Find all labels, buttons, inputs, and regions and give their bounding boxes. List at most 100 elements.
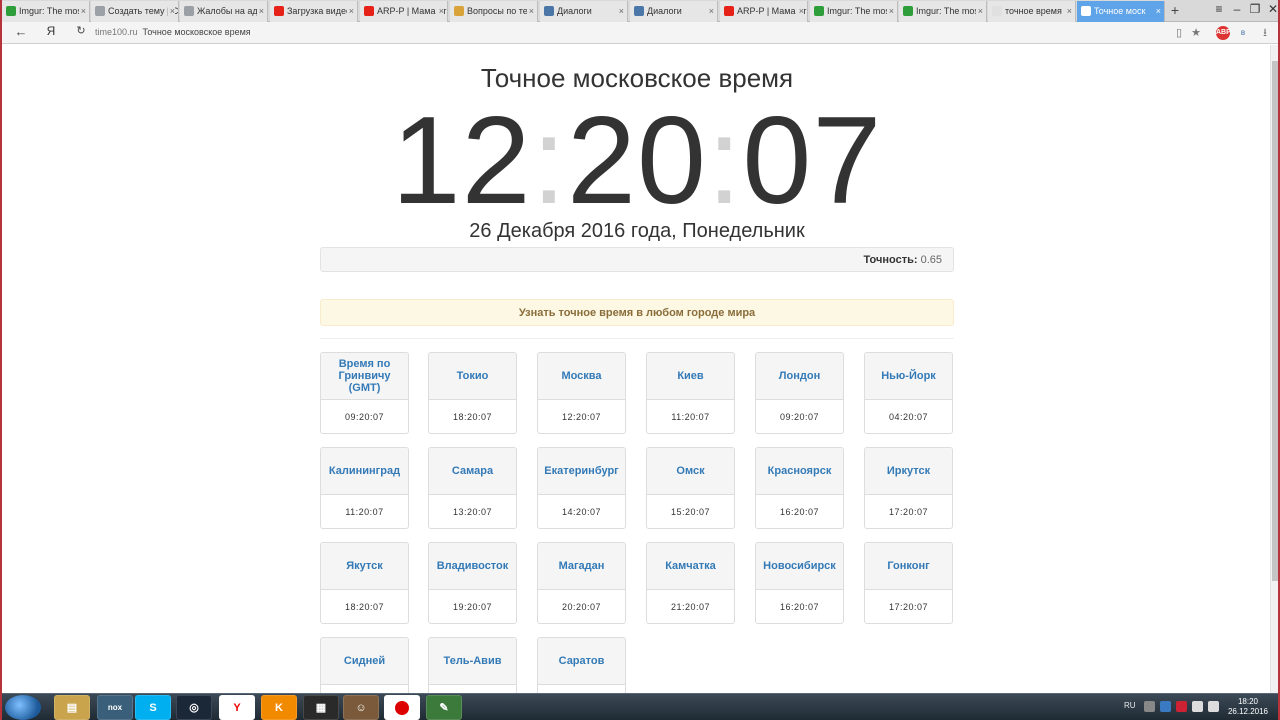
city-card[interactable]: Омск 15:20:07 bbox=[646, 447, 735, 529]
city-card[interactable]: Тель-Авив bbox=[428, 637, 517, 693]
city-name-link[interactable]: Нью-Йорк bbox=[865, 353, 952, 400]
city-name-link[interactable]: Омск bbox=[647, 448, 734, 495]
browser-tab[interactable]: ARP-P | Мама эт × bbox=[720, 1, 808, 22]
city-name-link[interactable]: Саратов bbox=[538, 638, 625, 685]
browser-tab[interactable]: точное время в × bbox=[988, 1, 1076, 22]
city-name-link[interactable]: Токио bbox=[429, 353, 516, 400]
city-name-link[interactable]: Москва bbox=[538, 353, 625, 400]
yandex-browser-icon[interactable]: Y bbox=[219, 695, 255, 720]
browser-tab[interactable]: Загрузка видео × bbox=[270, 1, 358, 22]
city-name-link[interactable]: Киев bbox=[647, 353, 734, 400]
city-name-link[interactable]: Гонконг bbox=[865, 543, 952, 590]
close-window-icon[interactable]: ✕ bbox=[1264, 2, 1278, 16]
browser-tab[interactable]: Жалобы на адм × bbox=[180, 1, 268, 22]
network-icon[interactable] bbox=[1192, 701, 1203, 712]
tab-close-icon[interactable]: × bbox=[706, 6, 714, 16]
city-name-link[interactable]: Новосибирск bbox=[756, 543, 843, 590]
city-card[interactable]: Калининград 11:20:07 bbox=[320, 447, 409, 529]
browser-tab[interactable]: Imgur: The most × bbox=[899, 1, 987, 22]
city-name-link[interactable]: Время по Гринвичу (GMT) bbox=[321, 353, 408, 400]
city-name-link[interactable]: Калининград bbox=[321, 448, 408, 495]
tab-close-icon[interactable]: × bbox=[256, 6, 264, 16]
city-card[interactable]: Магадан 20:20:07 bbox=[537, 542, 626, 624]
menu-icon[interactable]: ≡ bbox=[1210, 2, 1228, 16]
reload-icon[interactable]: ↻ bbox=[72, 24, 90, 37]
tab-close-icon[interactable]: × bbox=[975, 6, 983, 16]
browser-tab[interactable]: Imgur: The most × bbox=[2, 1, 90, 22]
tray-app-icon[interactable] bbox=[1160, 701, 1171, 712]
tab-close-icon[interactable]: × bbox=[346, 6, 354, 16]
bookmark-star-icon[interactable]: ★ bbox=[1189, 26, 1203, 40]
steam-icon[interactable]: ◎ bbox=[176, 695, 212, 720]
minimize-icon[interactable]: – bbox=[1228, 2, 1246, 16]
reader-icon[interactable]: ▯ bbox=[1172, 26, 1186, 40]
tab-close-icon[interactable]: × bbox=[886, 6, 894, 16]
nox-icon[interactable]: nox bbox=[97, 695, 133, 720]
tab-close-icon[interactable]: × bbox=[78, 6, 86, 16]
city-card[interactable]: Иркутск 17:20:07 bbox=[864, 447, 953, 529]
skype-icon[interactable]: S bbox=[135, 695, 171, 720]
city-card[interactable]: Лондон 09:20:07 bbox=[755, 352, 844, 434]
url-field[interactable]: time100.ru Точное московское время bbox=[95, 27, 251, 37]
scrollbar-thumb[interactable] bbox=[1272, 61, 1278, 581]
city-name-link[interactable]: Магадан bbox=[538, 543, 625, 590]
k-app-icon[interactable]: K bbox=[261, 695, 297, 720]
city-card[interactable]: Саратов bbox=[537, 637, 626, 693]
tab-close-icon[interactable]: × bbox=[1064, 6, 1072, 16]
explorer-icon[interactable]: ▤ bbox=[54, 695, 90, 720]
city-name-link[interactable]: Сидней bbox=[321, 638, 408, 685]
scrollbar[interactable] bbox=[1270, 45, 1278, 693]
tab-close-icon[interactable]: × bbox=[796, 6, 804, 16]
yandex-home-icon[interactable]: Я bbox=[42, 24, 60, 38]
city-name-link[interactable]: Лондон bbox=[756, 353, 843, 400]
city-name-link[interactable]: Самара bbox=[429, 448, 516, 495]
browser-tab[interactable]: Вопросы по тем × bbox=[450, 1, 538, 22]
maximize-icon[interactable]: ❐ bbox=[1246, 2, 1264, 16]
city-name-link[interactable]: Красноярск bbox=[756, 448, 843, 495]
tab-close-icon[interactable]: × bbox=[167, 6, 175, 16]
city-name-link[interactable]: Якутск bbox=[321, 543, 408, 590]
city-card[interactable]: Нью-Йорк 04:20:07 bbox=[864, 352, 953, 434]
browser-tab[interactable]: ARP-P | Мама эт × bbox=[360, 1, 448, 22]
tab-close-icon[interactable]: × bbox=[526, 6, 534, 16]
game-icon[interactable]: ☺ bbox=[343, 695, 379, 720]
tray-security-icon[interactable] bbox=[1176, 701, 1187, 712]
city-name-link[interactable]: Владивосток bbox=[429, 543, 516, 590]
city-card[interactable]: Киев 11:20:07 bbox=[646, 352, 735, 434]
city-card[interactable]: Самара 13:20:07 bbox=[428, 447, 517, 529]
city-card[interactable]: Новосибирск 16:20:07 bbox=[755, 542, 844, 624]
city-name-link[interactable]: Тель-Авив bbox=[429, 638, 516, 685]
volume-icon[interactable] bbox=[1208, 701, 1219, 712]
video-editor-icon[interactable]: ▦ bbox=[303, 695, 339, 720]
browser-tab[interactable]: Диалоги × bbox=[630, 1, 718, 22]
browser-tab[interactable]: Диалоги × bbox=[540, 1, 628, 22]
back-arrow-icon[interactable]: ← bbox=[12, 24, 30, 39]
adblock-icon[interactable]: ABP bbox=[1216, 26, 1231, 40]
system-clock[interactable]: 18:20 26.12.2016 bbox=[1226, 697, 1270, 717]
vk-extension-icon[interactable]: в bbox=[1236, 26, 1250, 40]
city-name-link[interactable]: Екатеринбург bbox=[538, 448, 625, 495]
city-card[interactable]: Время по Гринвичу (GMT) 09:20:07 bbox=[320, 352, 409, 434]
new-tab-button[interactable]: + bbox=[1166, 2, 1184, 18]
tray-expand-icon[interactable] bbox=[1144, 701, 1155, 712]
tab-close-icon[interactable]: × bbox=[436, 6, 444, 16]
tool-icon[interactable]: ✎ bbox=[426, 695, 462, 720]
browser-tab[interactable]: Точное моск × bbox=[1077, 1, 1165, 22]
city-card[interactable]: Токио 18:20:07 bbox=[428, 352, 517, 434]
find-city-link[interactable]: Узнать точное время в любом городе мира bbox=[320, 299, 954, 326]
city-card[interactable]: Гонконг 17:20:07 bbox=[864, 542, 953, 624]
tab-close-icon[interactable]: × bbox=[1153, 6, 1161, 16]
city-name-link[interactable]: Иркутск bbox=[865, 448, 952, 495]
city-card[interactable]: Владивосток 19:20:07 bbox=[428, 542, 517, 624]
start-button[interactable] bbox=[5, 695, 41, 720]
browser-tab[interactable]: Создать тему | С × bbox=[91, 1, 179, 22]
city-card[interactable]: Екатеринбург 14:20:07 bbox=[537, 447, 626, 529]
language-indicator[interactable]: RU bbox=[1124, 701, 1136, 710]
city-card[interactable]: Москва 12:20:07 bbox=[537, 352, 626, 434]
record-icon[interactable] bbox=[384, 695, 420, 720]
city-card[interactable]: Камчатка 21:20:07 bbox=[646, 542, 735, 624]
city-card[interactable]: Сидней bbox=[320, 637, 409, 693]
city-card[interactable]: Красноярск 16:20:07 bbox=[755, 447, 844, 529]
tab-close-icon[interactable]: × bbox=[616, 6, 624, 16]
city-card[interactable]: Якутск 18:20:07 bbox=[320, 542, 409, 624]
